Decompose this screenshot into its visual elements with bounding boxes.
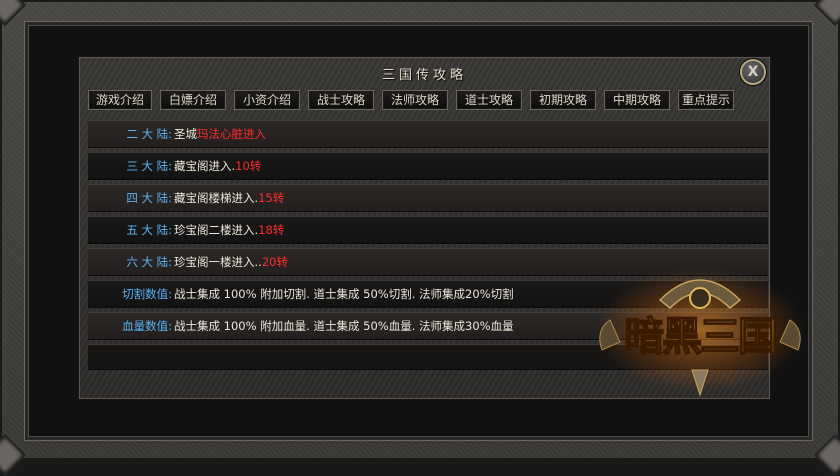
frame-corner-ornament bbox=[0, 433, 27, 476]
tab-game-intro[interactable]: 游戏介绍 bbox=[88, 90, 152, 110]
list-item: 二 大 陆: 圣城玛法心脏进入 bbox=[88, 120, 768, 148]
row-label: 五 大 陆: bbox=[126, 223, 172, 237]
list-item: 四 大 陆: 藏宝阁楼梯进入.15转 bbox=[88, 184, 768, 212]
tab-mage-guide[interactable]: 法师攻略 bbox=[382, 90, 448, 110]
close-button[interactable]: X bbox=[740, 59, 766, 85]
frame-corner-ornament bbox=[813, 433, 840, 476]
list-item: 五 大 陆: 珍宝阁二楼进入.18转 bbox=[88, 216, 768, 244]
tab-early-guide[interactable]: 初期攻略 bbox=[530, 90, 596, 110]
row-label: 二 大 陆: bbox=[126, 127, 172, 141]
frame-corner-ornament bbox=[813, 0, 840, 27]
row-label: 切割数值: bbox=[122, 287, 172, 301]
tab-key-tips[interactable]: 重点提示 bbox=[678, 90, 734, 110]
row-value: 藏宝阁楼梯进入.15转 bbox=[174, 191, 285, 205]
row-value: 珍宝阁一楼进入..20转 bbox=[174, 255, 288, 269]
tab-free-intro[interactable]: 白嫖介绍 bbox=[160, 90, 226, 110]
tab-taoist-guide[interactable]: 道士攻略 bbox=[456, 90, 522, 110]
row-value: 珍宝阁二楼进入.18转 bbox=[174, 223, 285, 237]
tab-warrior-guide[interactable]: 战士攻略 bbox=[308, 90, 374, 110]
row-value: 战士集成 100% 附加血量. 道士集成 50%血量. 法师集成30%血量 bbox=[174, 319, 514, 333]
row-value: 藏宝阁进入.10转 bbox=[174, 159, 262, 173]
row-value: 战士集成 100% 附加切割. 道士集成 50%切割. 法师集成20%切割 bbox=[174, 287, 514, 301]
row-value: 圣城玛法心脏进入 bbox=[174, 127, 266, 141]
panel-title: 三国传攻略 bbox=[381, 68, 467, 83]
row-label: 四 大 陆: bbox=[126, 191, 172, 205]
logo-text: 暗黑三国 bbox=[624, 313, 776, 360]
row-label: 六 大 陆: bbox=[126, 255, 172, 269]
frame-corner-ornament bbox=[0, 0, 27, 27]
tab-mid-guide[interactable]: 中期攻略 bbox=[604, 90, 670, 110]
game-logo: 暗黑三国 bbox=[595, 268, 805, 397]
tab-small-spend-intro[interactable]: 小资介绍 bbox=[234, 90, 300, 110]
row-label: 三 大 陆: bbox=[126, 159, 172, 173]
list-item: 三 大 陆: 藏宝阁进入.10转 bbox=[88, 152, 768, 180]
close-icon: X bbox=[747, 64, 759, 80]
row-label: 血量数值: bbox=[122, 319, 172, 333]
